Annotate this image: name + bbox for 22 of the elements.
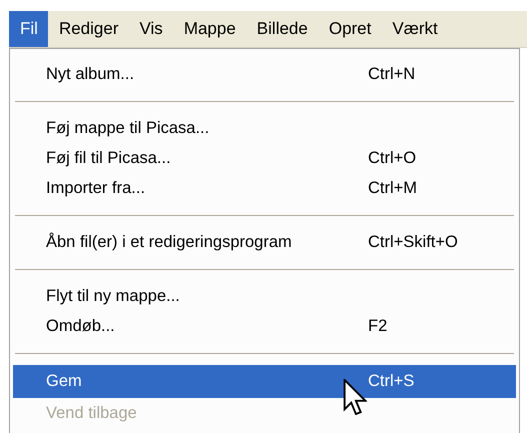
menu-item[interactable]: Gem Ctrl+S xyxy=(13,365,516,398)
menu-item[interactable]: Importer fra... Ctrl+M xyxy=(13,173,516,203)
shortcut-text: Ctrl+Skift+O xyxy=(368,232,459,252)
shortcut-text: Ctrl+N xyxy=(368,64,416,84)
menu-item[interactable]: Åbn fil(er) i et redigeringsprogram Ctrl+Skift+O xyxy=(13,227,516,257)
shortcut-text: Ctrl+S xyxy=(368,372,416,391)
shortcut-text: F2 xyxy=(368,316,388,336)
menu-bar-item[interactable]: Mappe xyxy=(172,11,246,47)
menu-bar-item[interactable]: Værkt xyxy=(381,11,448,47)
shortcut-text: Ctrl+M xyxy=(368,178,418,198)
mouse-pointer-icon xyxy=(343,379,367,415)
shortcut-text: Ctrl+O xyxy=(368,148,418,168)
menu-item[interactable]: Nyt album... Ctrl+N xyxy=(13,59,516,89)
menu-item[interactable]: Flyt til ny mappe... xyxy=(13,281,516,311)
menu-item[interactable]: Føj fil til Picasa... Ctrl+O xyxy=(13,143,516,173)
menu-bar-item[interactable]: Vis xyxy=(128,11,173,47)
menu-item[interactable]: Omdøb... F2 xyxy=(13,311,516,341)
menu-bar-item[interactable]: Fil xyxy=(9,11,48,47)
menu-bar-item[interactable]: Rediger xyxy=(48,11,128,47)
menu-bar-item[interactable]: Billede xyxy=(246,11,318,47)
menu-bar-item[interactable]: Opret xyxy=(318,11,382,47)
menu-item[interactable]: Føj mappe til Picasa... xyxy=(13,113,516,143)
